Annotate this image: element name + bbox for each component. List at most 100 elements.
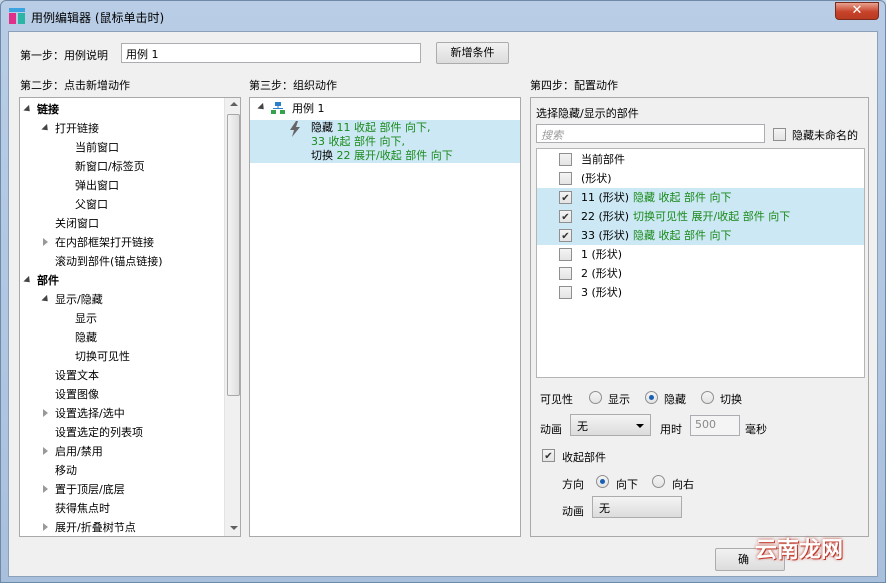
widget-checkbox[interactable] <box>559 210 572 223</box>
visibility-radio[interactable] <box>701 391 714 404</box>
visibility-radio[interactable] <box>645 391 658 404</box>
duration-input[interactable]: 500 <box>690 415 740 436</box>
action-tree-item[interactable]: 设置文本 <box>55 366 99 385</box>
action-tree-item[interactable]: 获得焦点时 <box>55 499 110 518</box>
widget-checkbox[interactable] <box>559 172 572 185</box>
tree-scrollbar[interactable] <box>224 98 240 536</box>
case-description-input[interactable]: 用例 1 <box>121 43 421 63</box>
add-condition-button[interactable]: 新增条件 <box>436 42 509 64</box>
scroll-up-icon[interactable] <box>230 102 238 106</box>
action-tree-item[interactable]: 部件 <box>37 271 59 290</box>
widget-name: (形状) <box>581 172 612 185</box>
direction-option-label: 向下 <box>616 478 638 491</box>
widget-row[interactable]: 11 (形状)隐藏 收起 部件 向下 <box>537 188 864 207</box>
widget-checkbox[interactable] <box>559 248 572 261</box>
hide-unnamed-checkbox[interactable] <box>773 128 786 141</box>
collapse-widget-label: 收起部件 <box>562 451 606 464</box>
expand-arrow-icon[interactable] <box>23 275 33 286</box>
expand-arrow-icon[interactable] <box>41 123 51 134</box>
widget-row[interactable]: 当前部件 <box>537 150 864 169</box>
action-tree-item[interactable]: 父窗口 <box>75 195 108 214</box>
action-tree-item[interactable]: 展开/折叠树节点 <box>55 518 136 536</box>
action-tree-item[interactable]: 启用/禁用 <box>55 442 103 461</box>
action-tree-item[interactable]: 置于顶层/底层 <box>55 480 125 499</box>
title-bar[interactable]: 用例编辑器 (鼠标单击时) ✕ <box>1 1 885 31</box>
collapse-animation-select[interactable]: 无 <box>592 496 682 518</box>
step4-label: 第四步：配置动作 <box>530 79 618 92</box>
visibility-option-label: 显示 <box>608 393 630 406</box>
action-tree-item[interactable]: 显示/隐藏 <box>55 290 103 309</box>
widget-action: 切换可见性 展开/收起 部件 向下 <box>633 210 791 223</box>
visibility-option-label: 切换 <box>720 393 742 406</box>
widget-action: 隐藏 收起 部件 向下 <box>633 191 732 204</box>
widget-row[interactable]: 33 (形状)隐藏 收起 部件 向下 <box>537 226 864 245</box>
action-tree-item[interactable]: 弹出窗口 <box>75 176 119 195</box>
action-tree-item[interactable]: 当前窗口 <box>75 138 119 157</box>
scroll-thumb[interactable] <box>227 114 240 396</box>
action-tree-item[interactable]: 设置图像 <box>55 385 99 404</box>
visibility-radio[interactable] <box>589 391 602 404</box>
action-tree-panel: 链接 打开链接 当前窗口 新窗口/标签页 弹出窗口 父窗口 关闭窗口 在内部框架打开链接 滚动到… <box>19 97 241 537</box>
action-tree-item[interactable]: 链接 <box>37 100 59 119</box>
widget-checkbox[interactable] <box>559 267 572 280</box>
widget-name: 11 (形状) <box>581 191 630 204</box>
expand-arrow-icon[interactable] <box>23 104 33 115</box>
action-tree-item[interactable]: 移动 <box>55 461 77 480</box>
step3-label: 第三步：组织动作 <box>249 79 337 92</box>
action-verb: 隐藏 <box>311 121 333 134</box>
widget-row[interactable]: 3 (形状) <box>537 283 864 302</box>
selected-action-block[interactable]: 隐藏 11 收起 部件 向下, 33 收起 部件 向下, 切换 22 展开/收起 部… <box>250 120 520 163</box>
animation-select-value: 无 <box>577 420 588 433</box>
action-tree-item[interactable]: 打开链接 <box>55 119 99 138</box>
direction-label: 方向 <box>562 478 584 491</box>
chevron-down-icon <box>636 424 644 428</box>
collapse-arrow-icon[interactable] <box>43 485 48 493</box>
widget-checkbox[interactable] <box>559 229 572 242</box>
widget-checkbox[interactable] <box>559 191 572 204</box>
direction-radio[interactable] <box>596 475 609 488</box>
widget-name: 当前部件 <box>581 153 625 166</box>
action-tree-item[interactable]: 在内部框架打开链接 <box>55 233 154 252</box>
animation-select[interactable]: 无 <box>570 414 651 436</box>
dialog-client-area: 第一步：用例说明 用例 1 新增条件 第二步：点击新增动作 链接 打开链接 当前窗口… <box>8 31 878 577</box>
lightning-icon <box>289 121 301 140</box>
case-expander-icon[interactable] <box>257 102 267 113</box>
widget-search-input[interactable]: 搜索 <box>536 124 765 143</box>
case-tree-icon <box>271 102 285 115</box>
close-button[interactable]: ✕ <box>835 2 879 20</box>
scroll-down-icon[interactable] <box>230 526 238 530</box>
action-tree-item[interactable]: 切换可见性 <box>75 347 130 366</box>
widget-checkbox[interactable] <box>559 286 572 299</box>
collapse-arrow-icon[interactable] <box>43 447 48 455</box>
widget-row[interactable]: (形状) <box>537 169 864 188</box>
action-tree-item[interactable]: 设置选择/选中 <box>55 404 125 423</box>
widget-checkbox[interactable] <box>559 153 572 166</box>
section-title: 选择隐藏/显示的部件 <box>536 107 639 120</box>
action-tree-item[interactable]: 显示 <box>75 309 97 328</box>
widget-name: 3 (形状) <box>581 286 623 299</box>
case-name[interactable]: 用例 1 <box>292 99 325 118</box>
collapse-arrow-icon[interactable] <box>43 409 48 417</box>
app-icon <box>9 8 25 24</box>
expand-arrow-icon[interactable] <box>41 294 51 305</box>
collapse-arrow-icon[interactable] <box>43 238 48 246</box>
widget-row[interactable]: 1 (形状) <box>537 245 864 264</box>
widget-row[interactable]: 2 (形状) <box>537 264 864 283</box>
direction-radio[interactable] <box>652 475 665 488</box>
widget-name: 22 (形状) <box>581 210 630 223</box>
action-tree-item[interactable]: 新窗口/标签页 <box>75 157 145 176</box>
widget-row[interactable]: 22 (形状)切换可见性 展开/收起 部件 向下 <box>537 207 864 226</box>
action-tree-item[interactable]: 隐藏 <box>75 328 97 347</box>
use-case-editor-window: 用例编辑器 (鼠标单击时) ✕ 第一步：用例说明 用例 1 新增条件 第二步：点… <box>0 0 886 583</box>
collapse-widget-checkbox[interactable] <box>542 449 555 462</box>
step1-label: 第一步：用例说明 <box>20 49 108 62</box>
widget-name: 33 (形状) <box>581 229 630 242</box>
action-tree-item[interactable]: 滚动到部件(锚点链接) <box>55 252 163 271</box>
collapse-arrow-icon[interactable] <box>43 523 48 531</box>
action-tree-item[interactable]: 关闭窗口 <box>55 214 99 233</box>
direction-option-label: 向右 <box>672 478 694 491</box>
action-tree-item[interactable]: 设置选定的列表项 <box>55 423 143 442</box>
collapse-animation-value: 无 <box>599 502 610 515</box>
widget-action: 隐藏 收起 部件 向下 <box>633 229 732 242</box>
organize-actions-panel: 用例 1 隐藏 11 收起 部件 向下, 33 收起 部件 向下, 切换 22 展开… <box>249 97 521 537</box>
